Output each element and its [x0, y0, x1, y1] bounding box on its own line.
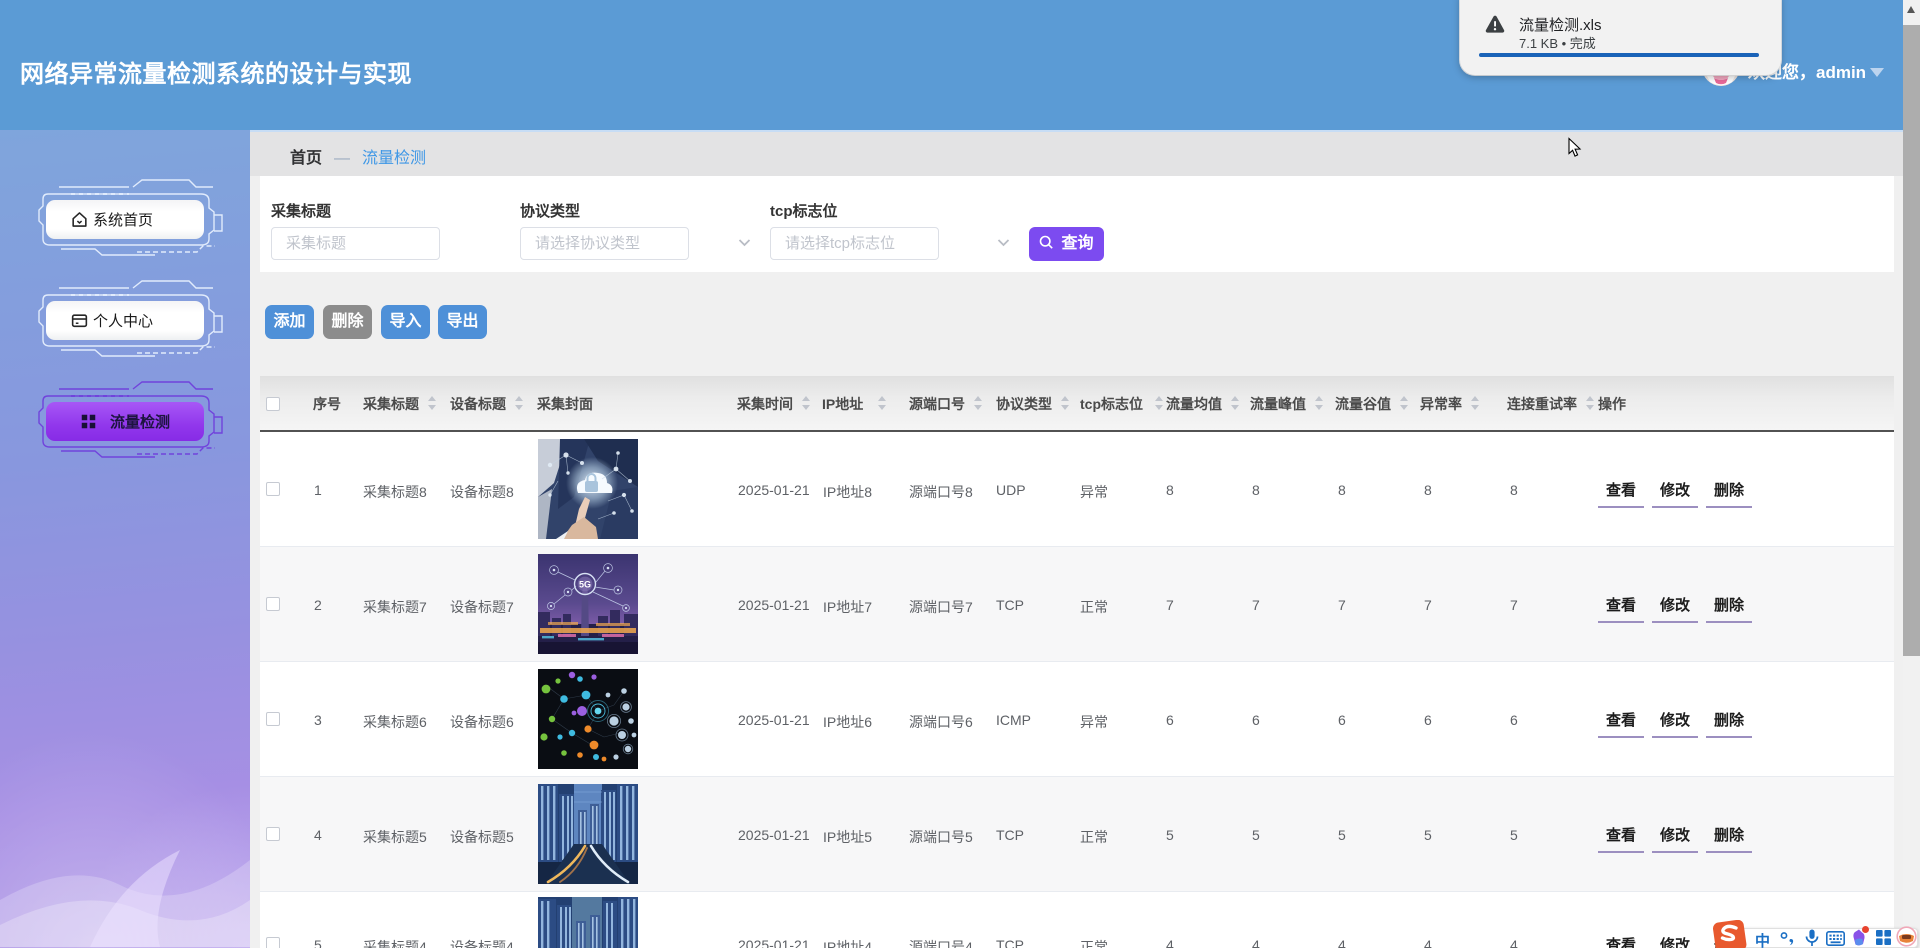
svg-text:5G: 5G	[579, 580, 591, 590]
